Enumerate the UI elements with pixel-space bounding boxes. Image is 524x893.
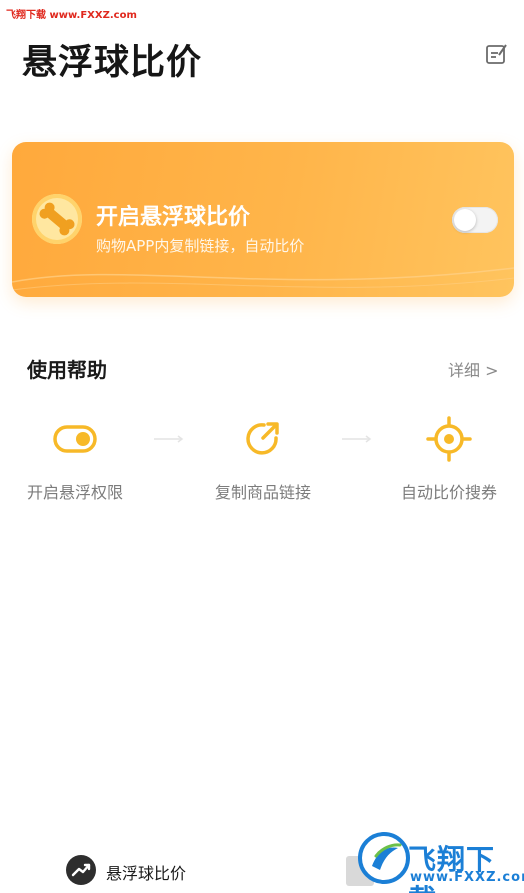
- watermark-badge: 飞翔下载 www.FXXZ.com: [346, 830, 524, 893]
- step-label: 复制商品链接: [214, 483, 311, 502]
- share-arrow-icon: [246, 422, 279, 455]
- toggle-knob: [454, 209, 476, 231]
- arrow-right-icon: [342, 435, 372, 443]
- page-title: 悬浮球比价: [22, 43, 203, 83]
- floating-ball-toggle[interactable]: [452, 207, 498, 233]
- arrow-right-icon: [154, 435, 184, 443]
- help-details-link[interactable]: 详细 >: [448, 357, 499, 381]
- coin-badge-icon: [32, 194, 82, 244]
- banner-title: 开启悬浮球比价: [96, 205, 251, 230]
- watermark-logo-icon: [358, 832, 410, 884]
- step-auto-compare: 自动比价搜券: [374, 416, 524, 506]
- header: 悬浮球比价: [0, 0, 524, 100]
- step-copy-link: 复制商品链接: [188, 416, 338, 506]
- trend-logo-icon[interactable]: [66, 855, 96, 885]
- floating-ball-banner[interactable]: 开启悬浮球比价 购物APP内复制链接，自动比价: [12, 142, 514, 297]
- tabbar-label[interactable]: 悬浮球比价: [106, 860, 186, 884]
- banner-subtitle: 购物APP内复制链接，自动比价: [96, 237, 305, 255]
- step-enable-permission: 开启悬浮权限: [0, 416, 150, 506]
- step-label: 开启悬浮权限: [26, 483, 123, 502]
- banner-wave-decoration: [12, 267, 514, 291]
- target-icon: [426, 416, 472, 462]
- toggle-icon: [53, 425, 97, 453]
- edit-note-icon[interactable]: [484, 42, 508, 66]
- watermark-badge-url: www.FXXZ.com: [410, 870, 524, 885]
- step-label: 自动比价搜券: [400, 483, 497, 502]
- help-section-title: 使用帮助: [27, 358, 107, 382]
